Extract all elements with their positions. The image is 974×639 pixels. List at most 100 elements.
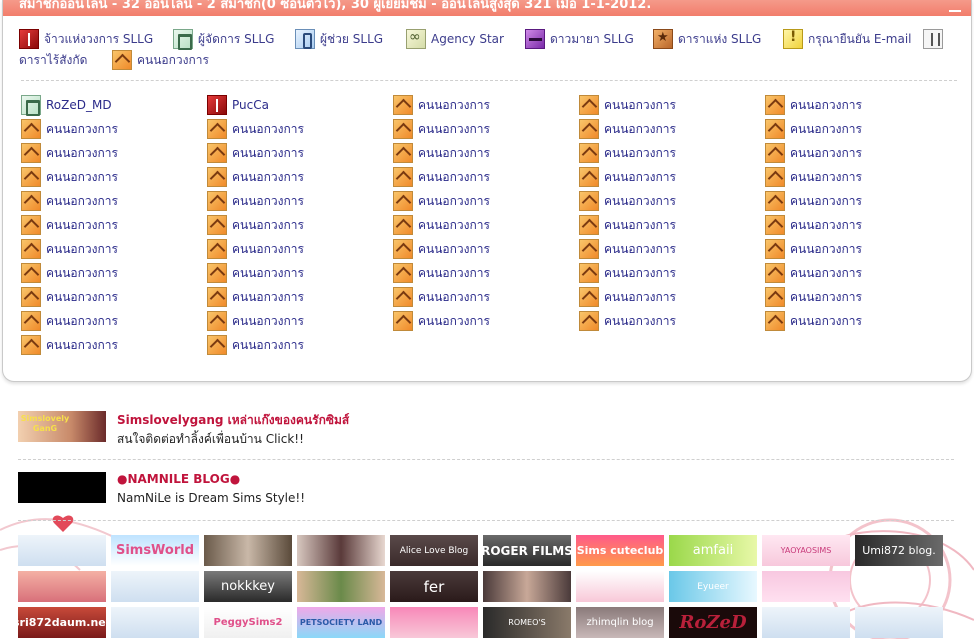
member-link[interactable]: คนนอกวงการ [393,166,490,188]
member-link[interactable]: คนนอกวงการ [207,310,304,332]
legend-item-helper[interactable]: ผู้ช่วย SLLG [295,28,383,50]
member-link[interactable]: คนนอกวงการ [579,166,676,188]
link-banner[interactable]: YAOYAOSIMS [762,535,850,566]
affiliate-banner[interactable]: Simslovely GanG [18,411,106,442]
link-banner[interactable]: sri872daum.net [18,607,106,638]
legend-item-guest[interactable]: คนนอกวงการ [112,49,209,71]
member-link[interactable]: คนนอกวงการ [21,286,118,308]
link-banner[interactable] [762,571,850,602]
member-link[interactable]: คนนอกวงการ [579,118,676,140]
link-banner[interactable] [111,571,199,602]
member-link[interactable]: คนนอกวงการ [207,262,304,284]
legend-item-unlimited-label[interactable]: ดาราไร้สังกัด [19,49,87,71]
member-link[interactable]: คนนอกวงการ [393,118,490,140]
link-banner[interactable]: SimsWorld [111,535,199,566]
collapse-button[interactable] [949,4,961,12]
link-banner[interactable]: zhimqlin blog [576,607,664,638]
link-banner[interactable] [111,607,199,638]
legend-item-star-copper[interactable]: ดาราแห่ง SLLG [653,28,761,50]
member-link[interactable]: คนนอกวงการ [579,262,676,284]
member-link[interactable]: คนนอกวงการ [765,118,862,140]
link-banner[interactable]: ROMEO'S [483,607,571,638]
member-link[interactable]: คนนอกวงการ [393,286,490,308]
link-banner[interactable]: Sims cuteclub [576,535,664,566]
legend-item-email[interactable]: กรุณายืนยัน E-mail [783,28,912,50]
member-link[interactable]: PucCa [207,94,269,116]
member-link[interactable]: คนนอกวงการ [579,142,676,164]
link-banner[interactable] [855,607,943,638]
member-link[interactable]: คนนอกวงการ [579,238,676,260]
legend-item-king[interactable]: จ้าวแห่งวงการ SLLG [19,28,153,50]
member-link[interactable]: คนนอกวงการ [207,118,304,140]
link-banner[interactable] [390,607,478,638]
link-banner[interactable] [297,535,385,566]
member-link[interactable]: คนนอกวงการ [765,190,862,212]
link-banner[interactable]: Umi872 blog. [855,535,943,566]
link-banner[interactable]: nokkkey [204,571,292,602]
member-link[interactable]: คนนอกวงการ [21,238,118,260]
legend-item-agency[interactable]: Agency Star [406,28,504,50]
guest-icon [393,143,413,163]
member-link[interactable]: คนนอกวงการ [579,94,676,116]
link-banner[interactable] [483,571,571,602]
member-link[interactable]: คนนอกวงการ [765,238,862,260]
link-banner[interactable]: Alice Love Blog [390,535,478,566]
link-banner[interactable] [576,571,664,602]
member-link[interactable]: คนนอกวงการ [579,190,676,212]
member-link[interactable]: คนนอกวงการ [21,214,118,236]
member-link[interactable]: คนนอกวงการ [21,310,118,332]
member-link[interactable]: คนนอกวงการ [393,190,490,212]
member-link[interactable]: คนนอกวงการ [393,142,490,164]
member-link[interactable]: คนนอกวงการ [765,214,862,236]
member-link[interactable]: คนนอกวงการ [207,166,304,188]
member-link[interactable]: คนนอกวงการ [765,142,862,164]
member-link[interactable]: คนนอกวงการ [21,142,118,164]
member-link[interactable]: คนนอกวงการ [207,238,304,260]
member-link[interactable]: คนนอกวงการ [393,214,490,236]
member-name: คนนอกวงการ [604,313,676,328]
member-link[interactable]: คนนอกวงการ [207,286,304,308]
member-link[interactable]: คนนอกวงการ [765,166,862,188]
member-link[interactable]: คนนอกวงการ [207,142,304,164]
member-link[interactable]: คนนอกวงการ [579,286,676,308]
member-link[interactable]: คนนอกวงการ [207,214,304,236]
link-banner[interactable] [204,535,292,566]
link-banner[interactable] [18,535,106,566]
affiliate-banner[interactable] [18,472,106,503]
member-link[interactable]: คนนอกวงการ [21,190,118,212]
member-link[interactable]: คนนอกวงการ [207,190,304,212]
member-link[interactable]: คนนอกวงการ [393,310,490,332]
link-banner[interactable]: PeggySims2 [204,607,292,638]
legend-item-unlimited[interactable] [923,28,943,50]
link-banner[interactable]: amfaii [669,535,757,566]
member-link[interactable]: คนนอกวงการ [21,334,118,356]
member-link[interactable]: คนนอกวงการ [393,94,490,116]
link-banner[interactable] [762,607,850,638]
member-link[interactable]: คนนอกวงการ [207,334,304,356]
member-link[interactable]: คนนอกวงการ [765,310,862,332]
member-link[interactable]: คนนอกวงการ [21,262,118,284]
link-banner[interactable]: PETSOCIETY LAND [297,607,385,638]
member-link[interactable]: คนนอกวงการ [579,214,676,236]
member-link[interactable]: คนนอกวงการ [765,286,862,308]
link-banner[interactable]: fer [390,571,478,602]
member-link[interactable]: คนนอกวงการ [579,310,676,332]
member-link[interactable]: คนนอกวงการ [393,262,490,284]
member-link[interactable]: คนนอกวงการ [21,166,118,188]
affiliate-title[interactable]: ●NAMNILE BLOG● [117,472,240,486]
affiliate-entry: Simslovely GanG Simslovelygang เหล่าแก๊ง… [18,411,958,451]
member-link[interactable]: คนนอกวงการ [765,262,862,284]
affiliate-title[interactable]: Simslovelygang เหล่าแก๊งของคนรักซิมส์ [117,411,349,430]
legend-item-admin[interactable]: ผู้จัดการ SLLG [173,28,274,50]
link-banner[interactable] [297,571,385,602]
link-banner[interactable]: ROGER FILMS [483,535,571,566]
link-banner[interactable]: Eyueer [669,571,757,602]
link-banner[interactable]: RoZeD [669,607,757,638]
legend-item-star-purple[interactable]: ดาวมายา SLLG [525,28,634,50]
member-link[interactable]: คนนอกวงการ [765,94,862,116]
link-banner[interactable] [855,571,943,602]
member-link[interactable]: คนนอกวงการ [21,118,118,140]
member-link[interactable]: RoZeD_MD [21,94,112,116]
member-link[interactable]: คนนอกวงการ [393,238,490,260]
link-banner[interactable] [18,571,106,602]
